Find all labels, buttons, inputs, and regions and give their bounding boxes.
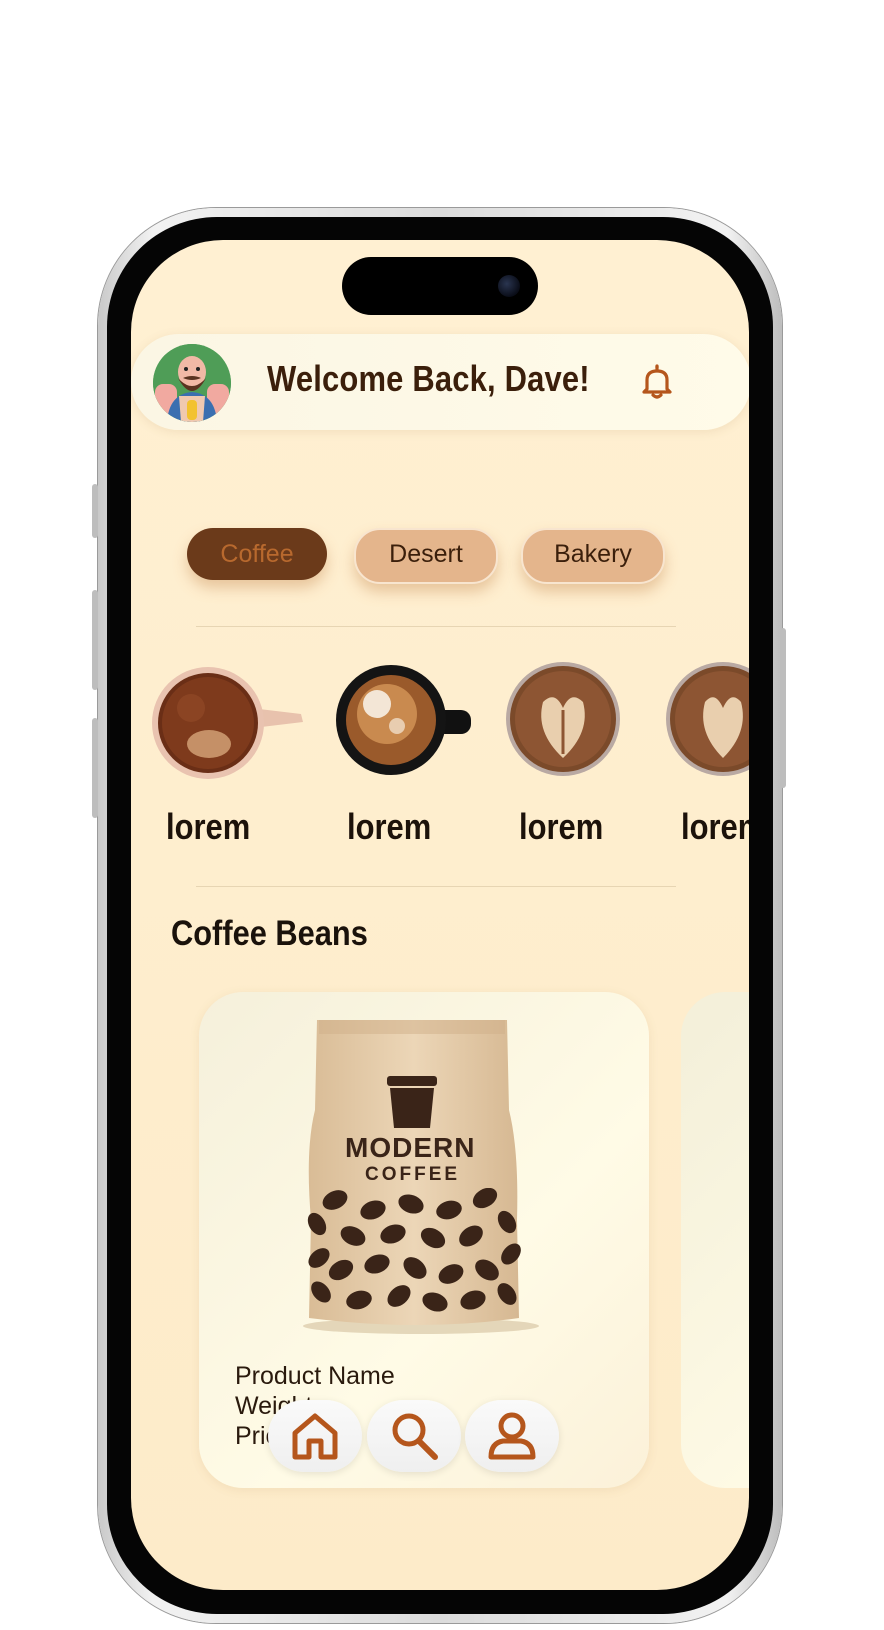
drink-image-2[interactable] <box>335 664 475 776</box>
welcome-title: Welcome Back, Dave! <box>267 358 590 399</box>
dynamic-island <box>342 257 538 315</box>
product-name: Product Name <box>235 1362 395 1390</box>
product-brand-line2: COFFEE <box>365 1164 461 1185</box>
phone-volume-up-button <box>92 590 98 690</box>
section-title: Coffee Beans <box>171 914 368 953</box>
category-bakery[interactable]: Bakery <box>521 528 665 584</box>
drink-image-3[interactable] <box>505 662 621 776</box>
category-coffee[interactable]: Coffee <box>187 528 327 580</box>
product-brand-line1: MODERN <box>345 1132 476 1163</box>
drink-label-1: lorem <box>166 806 251 847</box>
phone-power-button <box>780 628 786 788</box>
product-card[interactable] <box>681 992 749 1488</box>
app-screen: Welcome Back, Dave! Coffee Desert Bakery <box>131 240 749 1590</box>
drink-label-2: lorem <box>347 806 432 847</box>
drink-label-3: lorem <box>519 806 604 847</box>
avatar[interactable] <box>153 344 231 422</box>
nav-search-button[interactable] <box>367 1400 461 1472</box>
search-icon <box>392 1413 438 1460</box>
drink-image-4[interactable] <box>665 662 749 776</box>
divider <box>196 886 676 887</box>
nav-home-button[interactable] <box>268 1400 362 1472</box>
welcome-header: Welcome Back, Dave! <box>131 334 749 430</box>
phone-volume-down-button <box>92 718 98 818</box>
profile-icon <box>488 1412 536 1460</box>
divider <box>196 626 676 627</box>
phone-action-button <box>92 484 98 538</box>
camera-icon <box>498 275 520 297</box>
coffee-beans-pattern <box>307 1188 521 1312</box>
drink-label-4: lorem <box>681 806 749 847</box>
home-icon <box>292 1413 338 1460</box>
bell-icon[interactable] <box>637 362 677 402</box>
nav-profile-button[interactable] <box>465 1400 559 1472</box>
drink-image-1[interactable] <box>151 664 307 782</box>
category-desert[interactable]: Desert <box>354 528 498 584</box>
